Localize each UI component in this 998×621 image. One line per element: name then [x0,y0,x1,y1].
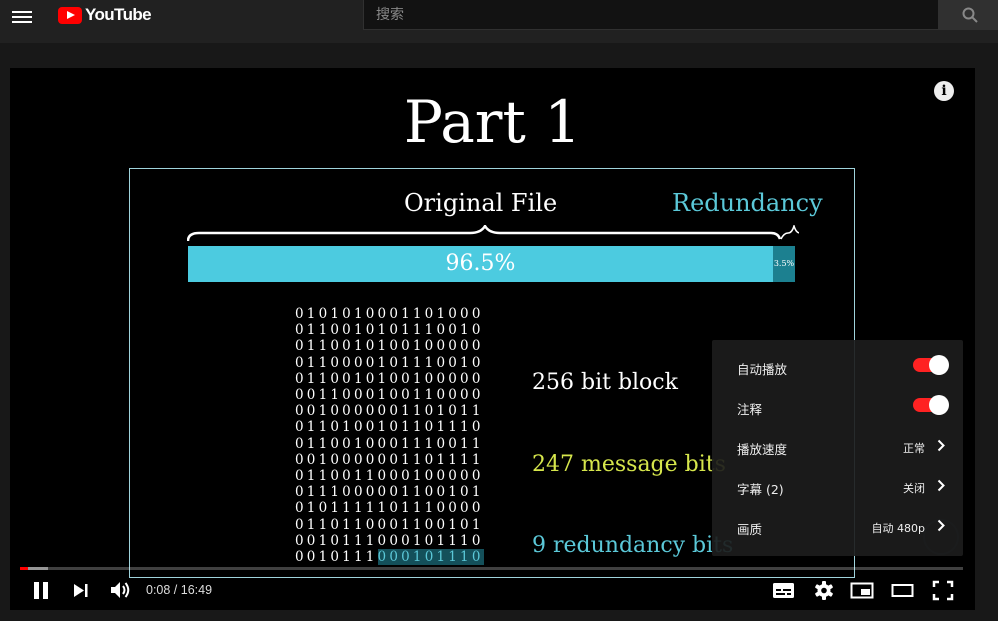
redundancy-bits-label: 9 redundancy bits [532,533,734,558]
progress-bar[interactable] [20,567,963,570]
fullscreen-button[interactable] [930,577,956,603]
menu-item-label: 字幕 (2) [737,482,784,497]
bit-row: 0101111101110000 [295,500,484,517]
redundancy-bar: 3.5% [773,246,795,282]
menu-icon[interactable] [12,8,32,24]
miniplayer-button[interactable] [849,577,875,603]
search-input[interactable] [364,0,938,29]
pause-icon [34,582,48,599]
menu-item-autoplay[interactable]: 自动播放 [712,346,963,386]
original-file-label: Original File [404,189,558,217]
bit-row: 0010111000101110 [295,532,484,549]
menu-item-value: 自动 480p [871,522,925,535]
bit-row: 0010000001101011 [295,403,484,420]
menu-item-quality[interactable]: 画质 自动 480p [712,506,963,546]
progress-played [20,567,28,570]
bit-row: 0110100101101110 [295,419,484,436]
bit-block: 0101010001101000 0110010101110010 01100101… [295,306,484,566]
theater-mode-icon [891,584,914,597]
bit-row: 0101010001101000 [295,306,484,322]
bit-row: 0110010100100000 [295,338,484,355]
next-button[interactable] [70,577,94,603]
settings-menu: 自动播放 注释 播放速度 正常 字幕 (2) 关闭 画质 自动 480p [712,340,963,556]
slide-title: Part 1 [403,88,582,156]
fullscreen-icon [932,580,954,601]
miniplayer-icon [850,582,874,599]
chevron-right-icon [937,519,945,532]
menu-item-playback-speed[interactable]: 播放速度 正常 [712,426,963,466]
search-icon [962,7,978,23]
menu-item-label: 画质 [737,522,763,537]
time-display: 0:08 / 16:49 [146,583,213,597]
curly-brace [187,225,799,242]
menu-item-label: 播放速度 [737,442,788,457]
original-file-bar: 96.5% [188,246,773,282]
mute-button[interactable] [108,577,134,603]
menu-item-label: 自动播放 [737,362,788,377]
subtitles-icon [773,583,794,598]
message-bits-label: 247 message bits [532,452,726,477]
youtube-logo[interactable]: YouTube [58,5,152,25]
bit-row: 0111000001100101 [295,484,484,501]
bit-row: 0110110001100101 [295,516,484,533]
bit-row: 0110010100100000 [295,370,484,387]
bit-row: 0110010101110010 [295,322,484,339]
menu-item-value: 正常 [903,442,925,455]
volume-icon [111,582,130,598]
settings-button[interactable] [811,577,837,603]
logo-text: YouTube [85,5,152,24]
bit-row: 0010000001101111 [295,451,484,468]
chevron-right-icon [937,479,945,492]
chevron-right-icon [937,439,945,452]
block-size-label: 256 bit block [532,370,678,395]
gear-icon [815,581,833,600]
bit-row: 0110010001110011 [295,435,484,452]
search-box [363,0,939,30]
menu-item-value: 关闭 [903,482,925,495]
youtube-play-icon [58,6,82,24]
redundancy-bits-highlight: 000101110 [377,549,484,566]
menu-item-subtitles[interactable]: 字幕 (2) 关闭 [712,466,963,506]
subtitles-button[interactable] [771,577,797,603]
search-button[interactable] [939,0,998,30]
redundancy-label: Redundancy [672,189,823,217]
skip-next-icon [74,584,88,597]
bit-row: 0110011000100000 [295,468,484,485]
theater-mode-button[interactable] [890,577,916,603]
bit-row-last: 0010111000101110 [295,549,484,566]
pause-button[interactable] [30,577,54,603]
menu-item-label: 注释 [737,402,763,417]
bit-row: 0110000101110010 [295,354,484,371]
video-player[interactable]: i Part 1 Original File Redundancy 96.5% … [10,68,975,610]
autoplay-toggle[interactable] [913,355,949,375]
masthead: YouTube [0,0,998,43]
annotations-toggle[interactable] [913,395,949,415]
menu-item-annotations[interactable]: 注释 [712,386,963,426]
bit-row: 0011000100110000 [295,387,484,404]
